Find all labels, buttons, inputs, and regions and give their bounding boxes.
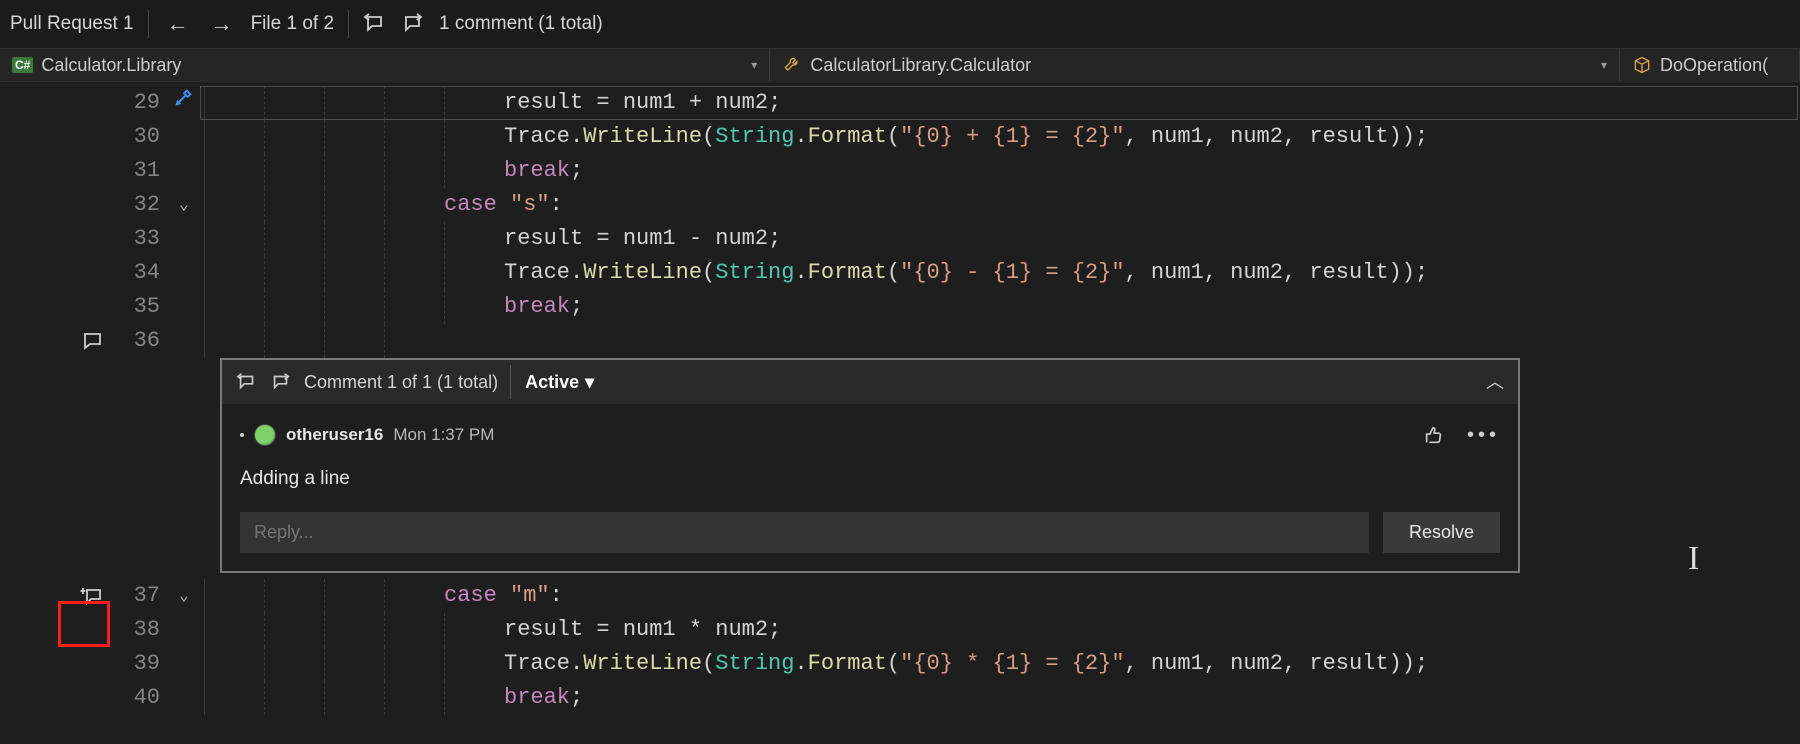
code-line[interactable]: 35 break; (0, 290, 1800, 324)
line-number: 31 (120, 154, 170, 188)
avatar (254, 424, 276, 446)
code-text: result = num1 - num2; (204, 222, 781, 256)
code-line[interactable]: 38 result = num1 * num2; (0, 613, 1800, 647)
class-icon (782, 55, 802, 75)
breadcrumb-method-label: DoOperation( (1660, 55, 1768, 76)
comment-panel-container: Comment 1 of 1 (1 total) Active ▾ ︿ othe… (0, 358, 1800, 573)
breadcrumb: C# Calculator.Library ▾ CalculatorLibrar… (0, 48, 1800, 82)
more-icon[interactable]: ••• (1467, 418, 1500, 452)
file-counter: File 1 of 2 (251, 13, 334, 35)
csharp-badge-icon: C# (12, 57, 33, 73)
fold-column (170, 86, 198, 120)
comment-time: Mon 1:37 PM (393, 418, 494, 452)
comment-counter: Comment 1 of 1 (1 total) (304, 365, 498, 399)
gutter (0, 579, 120, 613)
chevron-down-icon: ▾ (585, 365, 594, 399)
code-line[interactable]: 30 Trace.WriteLine(String.Format("{0} + … (0, 120, 1800, 154)
breadcrumb-namespace[interactable]: C# Calculator.Library ▾ (0, 49, 770, 81)
breadcrumb-method[interactable]: DoOperation( (1620, 49, 1800, 81)
like-icon[interactable] (1423, 424, 1445, 446)
code-line[interactable]: 33 result = num1 - num2; (0, 222, 1800, 256)
quick-action-icon[interactable] (173, 86, 195, 108)
code-line[interactable]: 37 ⌄ case "m": (0, 579, 1800, 613)
code-line[interactable]: 36 (0, 324, 1800, 358)
line-number: 29 (120, 86, 170, 120)
comment-thread-icon[interactable] (80, 329, 104, 353)
code-text: Trace.WriteLine(String.Format("{0} + {1}… (204, 120, 1428, 154)
fold-toggle[interactable]: ⌄ (170, 188, 198, 222)
prev-file-button[interactable]: ← (163, 11, 193, 37)
code-line[interactable]: 39 Trace.WriteLine(String.Format("{0} * … (0, 647, 1800, 681)
breadcrumb-namespace-label: Calculator.Library (41, 55, 181, 76)
pr-toolbar: Pull Request 1 ← → File 1 of 2 1 comment… (0, 0, 1800, 48)
add-comment-icon[interactable] (80, 584, 104, 608)
collapse-icon[interactable]: ︿ (1486, 365, 1504, 399)
code-text: Trace.WriteLine(String.Format("{0} * {1}… (204, 647, 1428, 681)
code-text: break; (204, 681, 583, 715)
comment-body: otheruser16 Mon 1:37 PM ••• Adding a lin… (222, 404, 1518, 571)
comment-panel: Comment 1 of 1 (1 total) Active ▾ ︿ othe… (220, 358, 1520, 573)
chevron-down-icon: ▾ (751, 58, 757, 72)
method-icon (1632, 55, 1652, 75)
breadcrumb-class[interactable]: CalculatorLibrary.Calculator ▾ (770, 49, 1620, 81)
fold-toggle[interactable]: ⌄ (170, 579, 198, 613)
code-text: result = num1 + num2; (204, 86, 781, 120)
code-text: case "s": (204, 188, 563, 222)
code-line[interactable]: 34 Trace.WriteLine(String.Format("{0} - … (0, 256, 1800, 290)
code-text (204, 324, 444, 358)
chevron-down-icon: ▾ (1601, 58, 1607, 72)
line-number: 36 (120, 324, 170, 358)
comment-controls: Resolve (240, 512, 1500, 553)
code-text: break; (204, 154, 583, 188)
code-line[interactable]: 32 ⌄ case "s": (0, 188, 1800, 222)
resolve-button[interactable]: Resolve (1383, 512, 1500, 553)
comment-text: Adding a line (240, 462, 1500, 496)
comment-status-label: Active (525, 365, 579, 399)
comment-panel-header: Comment 1 of 1 (1 total) Active ▾ ︿ (222, 360, 1518, 404)
comment-summary: 1 comment (1 total) (439, 13, 603, 35)
code-editor[interactable]: 29 result = num1 + num2; 30 Trace.WriteL… (0, 82, 1800, 715)
pr-title: Pull Request 1 (10, 13, 134, 35)
comment-meta: otheruser16 Mon 1:37 PM ••• (240, 418, 1500, 452)
divider (348, 10, 349, 38)
next-file-button[interactable]: → (207, 11, 237, 37)
line-number: 32 (120, 188, 170, 222)
line-number: 40 (120, 681, 170, 715)
gutter (0, 324, 120, 358)
comment-author: otheruser16 (286, 418, 383, 452)
line-number: 30 (120, 120, 170, 154)
divider (148, 10, 149, 38)
code-line[interactable]: 29 result = num1 + num2; (0, 86, 1800, 120)
code-line[interactable]: 31 break; (0, 154, 1800, 188)
code-text: case "m": (204, 579, 563, 613)
line-number: 37 (120, 579, 170, 613)
line-number: 39 (120, 647, 170, 681)
line-number: 34 (120, 256, 170, 290)
code-text: result = num1 * num2; (204, 613, 781, 647)
line-number: 33 (120, 222, 170, 256)
breadcrumb-class-label: CalculatorLibrary.Calculator (810, 55, 1031, 76)
comment-status-dropdown[interactable]: Active ▾ (510, 365, 594, 399)
code-text: break; (204, 290, 583, 324)
gutter (0, 86, 120, 120)
code-line[interactable]: 40 break; (0, 681, 1800, 715)
code-text: Trace.WriteLine(String.Format("{0} - {1}… (204, 256, 1428, 290)
next-comment-icon[interactable] (401, 12, 425, 36)
line-number: 38 (120, 613, 170, 647)
unread-dot-icon (240, 433, 244, 437)
next-comment-icon[interactable] (270, 371, 292, 393)
reply-input[interactable] (240, 512, 1369, 553)
prev-comment-icon[interactable] (236, 371, 258, 393)
line-number: 35 (120, 290, 170, 324)
prev-comment-icon[interactable] (363, 12, 387, 36)
